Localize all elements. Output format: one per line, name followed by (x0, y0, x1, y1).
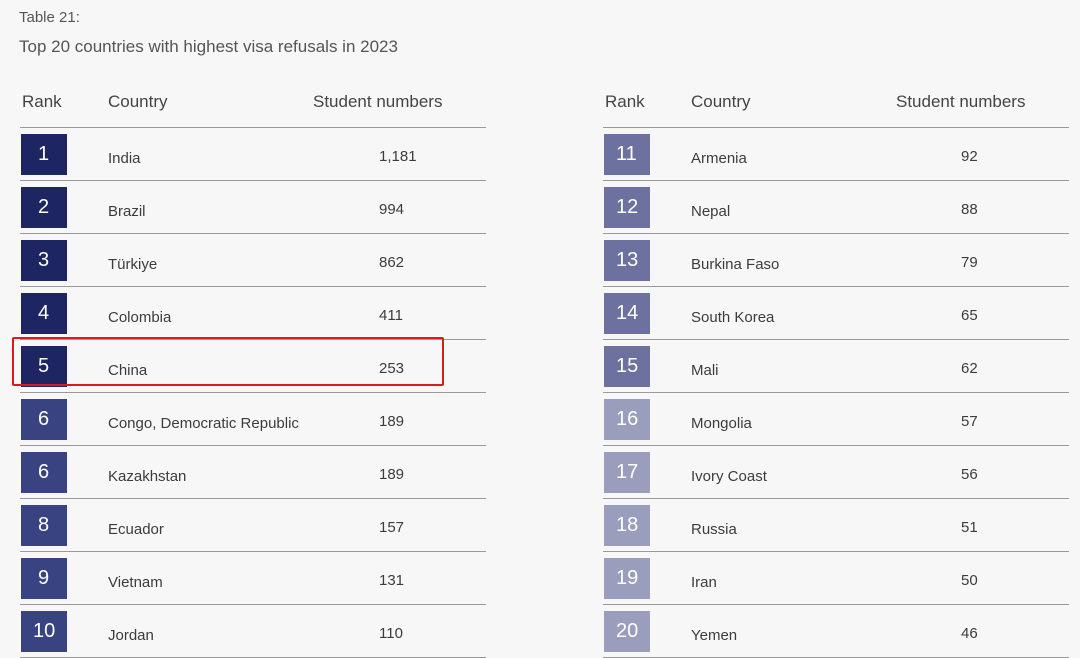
header-rank: Rank (22, 92, 62, 111)
student-number: 50 (961, 572, 978, 589)
student-number: 51 (961, 519, 978, 536)
table-caption: Table 21: (19, 9, 80, 26)
rank-badge: 6 (21, 452, 67, 493)
table-row: 5 China 253 (20, 340, 486, 393)
table-right: Rank Country Student numbers 11 Armenia 92… (603, 88, 1069, 658)
student-number: 411 (379, 307, 403, 324)
table-row: 6 Kazakhstan 189 (20, 446, 486, 499)
table-row: 16 Mongolia 57 (603, 393, 1069, 446)
country-name: China (108, 362, 148, 379)
student-number: 62 (961, 360, 978, 377)
header-student-numbers: Student numbers (313, 92, 443, 111)
table-row: 10 Jordan 110 (20, 605, 486, 658)
table-row: 4 Colombia 411 (20, 287, 486, 340)
table-left: Rank Country Student numbers 1 India 1,181… (20, 88, 486, 658)
table-body-right: 11 Armenia 92 12 Nepal 88 13 Burkina Faso 79 14 So… (603, 128, 1069, 658)
rank-badge: 15 (604, 346, 650, 387)
rank-badge: 12 (604, 187, 650, 228)
country-name: Kazakhstan (108, 468, 187, 485)
student-number: 65 (961, 307, 978, 324)
table-row: 17 Ivory Coast 56 (603, 446, 1069, 499)
student-number: 110 (379, 625, 403, 642)
header-rank: Rank (605, 92, 645, 111)
rank-badge: 18 (604, 505, 650, 546)
rank-badge: 8 (21, 505, 67, 546)
country-name: Colombia (108, 309, 172, 326)
country-name: Türkiye (108, 256, 158, 273)
header-country: Country (108, 92, 168, 111)
country-name: Congo, Democratic Republic (108, 415, 299, 432)
rank-badge: 11 (604, 134, 650, 175)
country-name: Armenia (691, 150, 747, 167)
student-number: 253 (379, 360, 405, 377)
table-row: 12 Nepal 88 (603, 181, 1069, 234)
student-number: 1,181 (379, 148, 417, 165)
student-number: 57 (961, 413, 978, 430)
student-number: 157 (379, 519, 405, 536)
table-row: 3 Türkiye 862 (20, 234, 486, 287)
header-student-numbers: Student numbers (896, 92, 1026, 111)
table-row: 11 Armenia 92 (603, 128, 1069, 181)
student-number: 46 (961, 625, 978, 642)
student-number: 79 (961, 254, 978, 271)
rank-badge: 6 (21, 399, 67, 440)
table-row: 1 India 1,181 (20, 128, 486, 181)
country-name: Vietnam (108, 574, 163, 591)
table-row: 2 Brazil 994 (20, 181, 486, 234)
rank-badge: 16 (604, 399, 650, 440)
student-number: 92 (961, 148, 978, 165)
header-country: Country (691, 92, 751, 111)
country-name: Nepal (691, 203, 731, 220)
table-row: 19 Iran 50 (603, 552, 1069, 605)
rank-badge: 14 (604, 293, 650, 334)
rank-badge: 19 (604, 558, 650, 599)
country-name: Ecuador (108, 521, 164, 538)
country-name: Iran (691, 574, 717, 591)
country-name: Brazil (108, 203, 146, 220)
table-row: 6 Congo, Democratic Republic 189 (20, 393, 486, 446)
table-row: 14 South Korea 65 (603, 287, 1069, 340)
country-name: Ivory Coast (691, 468, 767, 485)
rank-badge: 13 (604, 240, 650, 281)
table-row: 13 Burkina Faso 79 (603, 234, 1069, 287)
rank-badge: 4 (21, 293, 67, 334)
student-number: 994 (379, 201, 405, 218)
country-name: Jordan (108, 627, 154, 644)
country-name: Burkina Faso (691, 256, 780, 273)
table-row: 18 Russia 51 (603, 499, 1069, 552)
rank-badge: 3 (21, 240, 67, 281)
table-row: 15 Mali 62 (603, 340, 1069, 393)
student-number: 862 (379, 254, 405, 271)
rank-badge: 5 (21, 346, 67, 387)
rank-badge: 1 (21, 134, 67, 175)
rank-badge: 9 (21, 558, 67, 599)
student-number: 189 (379, 413, 405, 430)
student-number: 88 (961, 201, 978, 218)
country-name: South Korea (691, 309, 775, 326)
table-body-left: 1 India 1,181 2 Brazil 994 3 Türkiye 862 4 Colombi… (20, 128, 486, 658)
table-header-right: Rank Country Student numbers (603, 88, 1069, 128)
table-row: 20 Yemen 46 (603, 605, 1069, 658)
rank-badge: 2 (21, 187, 67, 228)
table-title: Top 20 countries with highest visa refus… (19, 37, 398, 56)
student-number: 189 (379, 466, 405, 483)
rank-badge: 20 (604, 611, 650, 652)
country-name: Mali (691, 362, 719, 379)
rank-badge: 10 (21, 611, 67, 652)
table-header-left: Rank Country Student numbers (20, 88, 486, 128)
country-name: India (108, 150, 141, 167)
table-row: 9 Vietnam 131 (20, 552, 486, 605)
student-number: 56 (961, 466, 978, 483)
student-number: 131 (379, 572, 405, 589)
country-name: Mongolia (691, 415, 752, 432)
country-name: Russia (691, 521, 737, 538)
table-row: 8 Ecuador 157 (20, 499, 486, 552)
rank-badge: 17 (604, 452, 650, 493)
country-name: Yemen (691, 627, 738, 644)
